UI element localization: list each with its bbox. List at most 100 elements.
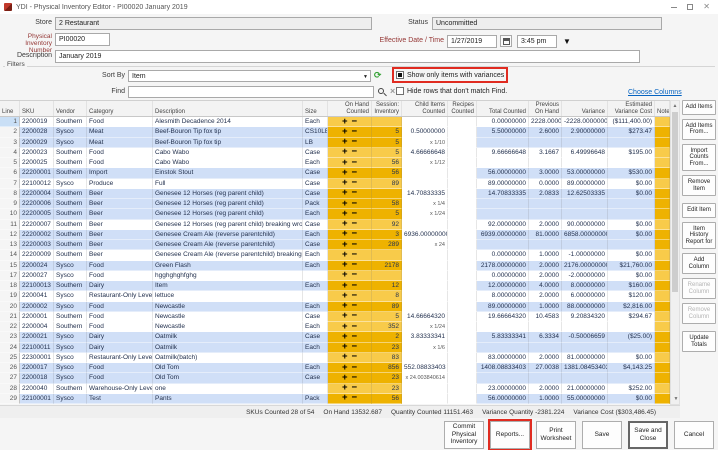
decrement-count-button[interactable]: − [352, 282, 358, 290]
time-dropdown-icon[interactable]: ▼ [563, 37, 571, 46]
column-header-notes[interactable]: Notes [655, 101, 670, 116]
increment-count-button[interactable]: + [342, 118, 348, 126]
row-selector[interactable]: 10 [0, 209, 20, 219]
decrement-count-button[interactable]: − [352, 394, 358, 402]
row-selector[interactable]: 21 [0, 312, 20, 322]
side-button-add-items-from[interactable]: Add Items From... [682, 119, 716, 140]
column-header-vendor[interactable]: Vendor [54, 101, 87, 116]
decrement-count-button[interactable]: − [352, 179, 358, 187]
session-inventory-input[interactable]: 5 [372, 148, 402, 158]
session-inventory-input[interactable]: 3 [372, 230, 402, 240]
decrement-count-button[interactable]: − [352, 384, 358, 392]
row-selector[interactable]: 3 [0, 138, 20, 148]
session-inventory-input[interactable]: 856 [372, 363, 402, 373]
increment-count-button[interactable]: + [342, 220, 348, 228]
decrement-count-button[interactable]: − [352, 159, 358, 167]
increment-count-button[interactable]: + [342, 148, 348, 156]
decrement-count-button[interactable]: − [352, 220, 358, 228]
notes-cell[interactable] [655, 179, 670, 189]
session-inventory-input[interactable]: 83 [372, 353, 402, 363]
increment-count-button[interactable]: + [342, 241, 348, 249]
notes-cell[interactable] [655, 240, 670, 250]
decrement-count-button[interactable]: − [352, 353, 358, 361]
grid-scrollbar[interactable]: ▲ ▼ [670, 100, 680, 405]
notes-cell[interactable] [655, 363, 670, 373]
calendar-button[interactable] [500, 35, 512, 47]
notes-cell[interactable] [655, 271, 670, 281]
session-inventory-input[interactable]: 89 [372, 302, 402, 312]
increment-count-button[interactable]: + [342, 343, 348, 351]
side-button-import-counts-from[interactable]: Import Counts From... [682, 144, 716, 172]
side-button-add-items[interactable]: Add Items [682, 100, 716, 115]
column-header-total[interactable]: Total Counted [477, 101, 529, 116]
scroll-up-icon[interactable]: ▲ [671, 101, 679, 111]
refresh-icon[interactable]: ⟳ [374, 71, 382, 80]
increment-count-button[interactable]: + [342, 210, 348, 218]
notes-cell[interactable] [655, 148, 670, 158]
notes-cell[interactable] [655, 220, 670, 230]
decrement-count-button[interactable]: − [352, 302, 358, 310]
save-and-close-button[interactable]: Save and Close [628, 421, 668, 449]
notes-cell[interactable] [655, 291, 670, 301]
row-selector[interactable]: 1 [0, 117, 20, 127]
notes-cell[interactable] [655, 302, 670, 312]
notes-cell[interactable] [655, 261, 670, 271]
commit-physical-inventory-button[interactable]: Commit Physical Inventory [444, 421, 484, 449]
column-header-size[interactable]: Size [303, 101, 328, 116]
row-selector[interactable]: 24 [0, 343, 20, 353]
cancel-button[interactable]: Cancel [674, 421, 714, 449]
scrollbar-thumb[interactable] [672, 112, 678, 292]
session-inventory-input[interactable]: 23 [372, 343, 402, 353]
row-selector[interactable]: 13 [0, 240, 20, 250]
increment-count-button[interactable]: + [342, 282, 348, 290]
increment-count-button[interactable]: + [342, 302, 348, 310]
pi-number-field[interactable]: PI00020 [55, 33, 110, 46]
decrement-count-button[interactable]: − [352, 261, 358, 269]
session-inventory-input[interactable] [372, 271, 402, 281]
session-inventory-input[interactable] [372, 189, 402, 199]
show-variances-checkbox[interactable] [396, 71, 404, 79]
decrement-count-button[interactable]: − [352, 138, 358, 146]
increment-count-button[interactable]: + [342, 364, 348, 372]
row-selector[interactable]: 14 [0, 250, 20, 260]
session-inventory-input[interactable]: 5 [372, 127, 402, 137]
side-button-remove-item[interactable]: Remove Item [682, 175, 716, 196]
session-inventory-input[interactable] [372, 117, 402, 127]
increment-count-button[interactable]: + [342, 312, 348, 320]
row-selector[interactable]: 2 [0, 127, 20, 137]
notes-cell[interactable] [655, 343, 670, 353]
row-selector[interactable]: 5 [0, 158, 20, 168]
decrement-count-button[interactable]: − [352, 200, 358, 208]
row-selector[interactable]: 28 [0, 384, 20, 394]
row-selector[interactable]: 17 [0, 271, 20, 281]
session-inventory-input[interactable]: 23 [372, 384, 402, 394]
decrement-count-button[interactable]: − [352, 343, 358, 351]
side-button-add-column[interactable]: Add Column [682, 253, 716, 274]
session-inventory-input[interactable]: 92 [372, 220, 402, 230]
column-header-variance[interactable]: Variance [562, 101, 608, 116]
decrement-count-button[interactable]: − [352, 118, 358, 126]
print-worksheet-button[interactable]: Print Worksheet [536, 421, 576, 449]
row-selector[interactable]: 7 [0, 179, 20, 189]
session-inventory-input[interactable]: 56 [372, 394, 402, 404]
notes-cell[interactable] [655, 250, 670, 260]
decrement-count-button[interactable]: − [352, 241, 358, 249]
notes-cell[interactable] [655, 138, 670, 148]
row-selector[interactable]: 27 [0, 373, 20, 383]
show-variances-checkbox-row[interactable]: Show only items with variances [396, 71, 504, 79]
decrement-count-button[interactable]: − [352, 251, 358, 259]
session-inventory-input[interactable]: 2178 [372, 261, 402, 271]
row-selector[interactable]: 11 [0, 220, 20, 230]
increment-count-button[interactable]: + [342, 251, 348, 259]
session-inventory-input[interactable]: 12 [372, 281, 402, 291]
row-selector[interactable]: 9 [0, 199, 20, 209]
row-selector[interactable]: 23 [0, 332, 20, 342]
row-selector[interactable]: 22 [0, 322, 20, 332]
session-inventory-input[interactable]: 8 [372, 291, 402, 301]
notes-cell[interactable] [655, 117, 670, 127]
session-inventory-input[interactable]: 89 [372, 179, 402, 189]
column-header-line[interactable]: Line [0, 101, 20, 116]
row-selector[interactable]: 25 [0, 353, 20, 363]
increment-count-button[interactable]: + [342, 374, 348, 382]
session-inventory-input[interactable]: 58 [372, 199, 402, 209]
